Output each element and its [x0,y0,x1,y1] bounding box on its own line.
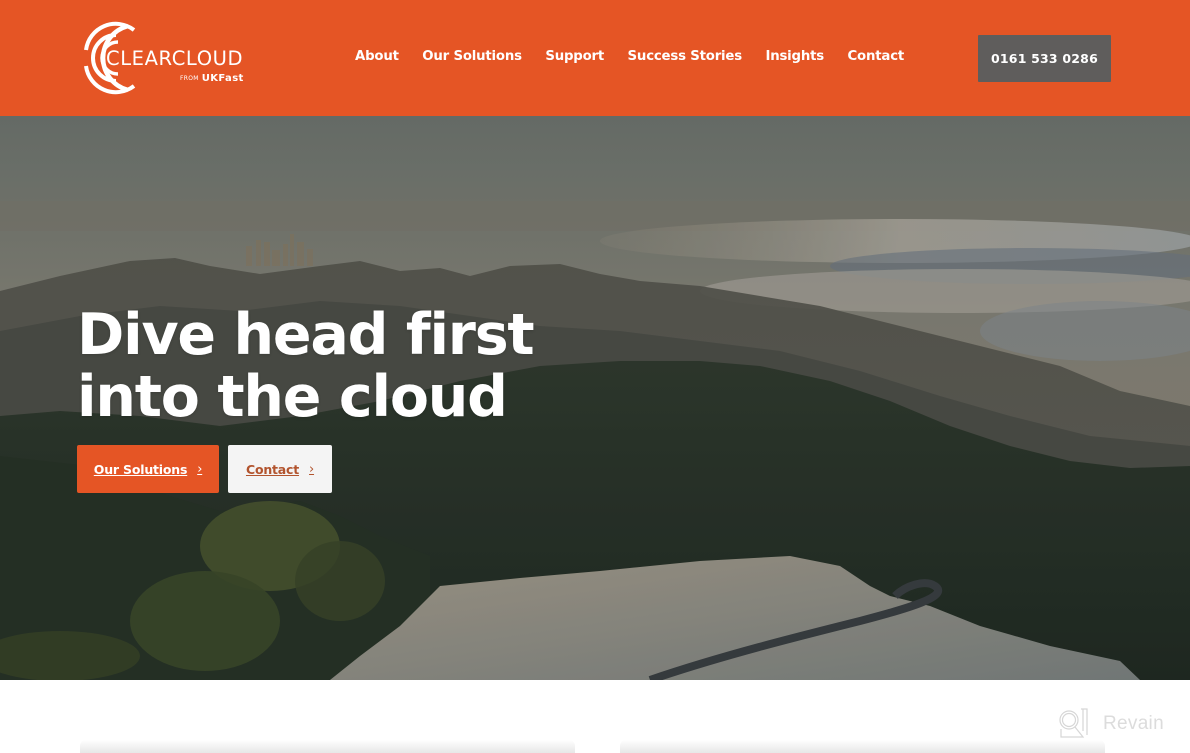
contact-button-label: Contact [245,461,300,477]
clearcloud-logo[interactable]: CLEARCLOUD FROM UKFast [76,20,266,96]
hero-heading-line-1: Dive head first [77,302,535,368]
nav-item-contact[interactable]: Contact [848,49,905,64]
nav-item-insights[interactable]: Insights [765,49,824,64]
nav-item-success-stories[interactable]: Success Stories [628,49,743,64]
contact-button[interactable]: Contact › [228,445,332,493]
content-section [0,680,1190,753]
hero-section: Dive head first into the cloud Our Solut… [0,116,1190,680]
nav-item-support[interactable]: Support [545,49,604,64]
revain-watermark: Revain [1057,707,1164,741]
logo-subline: FROM UKFast [180,68,244,87]
logo-from-label: FROM [180,75,199,82]
our-solutions-button-label: Our Solutions [93,461,188,477]
feature-card-right [620,740,1105,753]
hero-heading-line-2: into the cloud [77,364,508,430]
revain-label: Revain [1103,713,1164,734]
main-nav: About Our Solutions Support Success Stor… [355,49,928,64]
chevron-right-icon: › [197,461,203,477]
nav-item-about[interactable]: About [355,49,399,64]
logo-wordmark: CLEARCLOUD [106,47,244,70]
nav-item-our-solutions[interactable]: Our Solutions [422,49,522,64]
logo-parent-brand: UKFast [201,73,244,84]
revain-logo-icon [1059,708,1088,738]
feature-card-left [80,740,575,753]
phone-number-button[interactable]: 0161 533 0286 [978,35,1111,82]
chevron-right-icon: › [309,461,315,477]
our-solutions-button[interactable]: Our Solutions › [77,445,219,493]
site-header: CLEARCLOUD FROM UKFast About Our Solution… [0,0,1190,116]
hero-heading: Dive head first into the cloud [77,302,535,430]
